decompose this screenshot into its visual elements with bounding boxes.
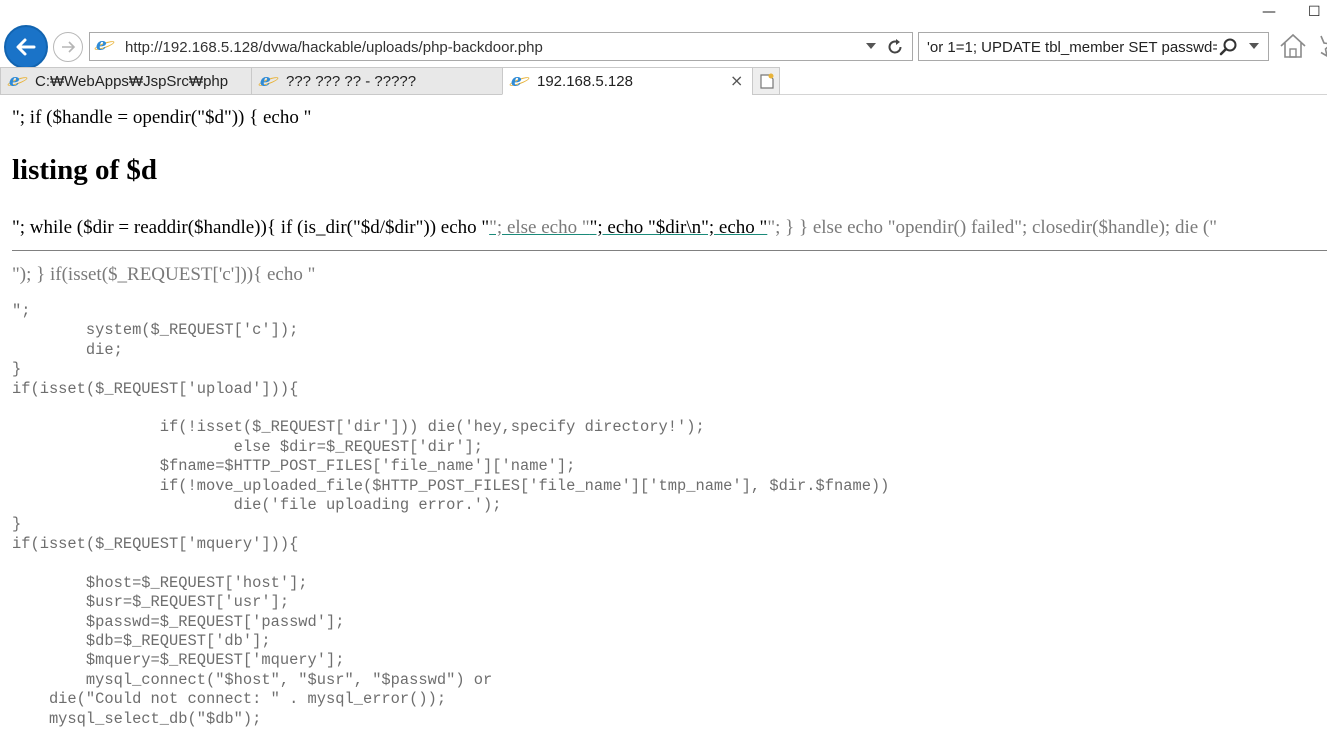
tab-label: ??? ??? ?? - ????? — [286, 73, 417, 90]
star-icon[interactable] — [1311, 33, 1327, 59]
back-button[interactable] — [4, 25, 48, 69]
forward-button[interactable] — [53, 32, 83, 62]
search-input[interactable]: 'or 1=1; UPDATE tbl_member SET passwd= — [927, 39, 1217, 56]
browser-chrome: — ☐ e http://192.168.5.128/dvwa/hackable… — [0, 0, 1327, 95]
url-text[interactable]: http://192.168.5.128/dvwa/hackable/uploa… — [125, 39, 543, 56]
ie-favicon-icon: e — [93, 35, 116, 55]
back-arrow-icon — [16, 38, 36, 56]
text-segment: "; } } else echo "opendir() failed"; clo… — [767, 217, 1217, 238]
text-line: "); } if(isset($_REQUEST['c'])){ echo " — [12, 264, 316, 285]
divider — [12, 250, 1327, 251]
text-line: "; if ($handle = opendir("$d")) { echo " — [12, 107, 312, 128]
minimize-button[interactable]: — — [1262, 4, 1276, 20]
new-tab-icon — [760, 73, 774, 89]
text-line: "; while ($dir = readdir($handle)){ if (… — [12, 217, 1217, 239]
close-tab-icon[interactable]: × — [730, 71, 743, 90]
tab-label: 192.168.5.128 — [537, 73, 633, 90]
chevron-down-icon[interactable] — [1249, 43, 1259, 49]
tab-label: C:₩WebApps₩JspSrc₩php — [35, 73, 229, 90]
tab-untitled[interactable]: e ??? ??? ?? - ????? — [251, 67, 503, 95]
ie-favicon-icon: e — [6, 71, 29, 91]
search-icon[interactable] — [1219, 37, 1239, 57]
ie-favicon-icon: e — [508, 71, 531, 91]
page-heading: listing of $d — [12, 154, 158, 186]
page-content: "; if ($handle = opendir("$d")) { echo "… — [0, 95, 1327, 731]
chevron-down-icon[interactable] — [866, 43, 876, 49]
text-segment: "; while ($dir = readdir($handle)){ if (… — [12, 217, 490, 238]
address-bar[interactable]: e http://192.168.5.128/dvwa/hackable/upl… — [89, 32, 913, 61]
maximize-button[interactable]: ☐ — [1308, 4, 1321, 20]
link-text: "; else echo " — [489, 217, 590, 238]
refresh-icon[interactable] — [886, 38, 904, 56]
search-box[interactable]: 'or 1=1; UPDATE tbl_member SET passwd= — [918, 32, 1269, 61]
code-block: "; system($_REQUEST['c']); die; } if(iss… — [12, 302, 890, 728]
tab-webapps[interactable]: e C:₩WebApps₩JspSrc₩php — [0, 67, 252, 95]
home-icon[interactable] — [1279, 33, 1307, 59]
ie-favicon-icon: e — [257, 71, 280, 91]
tab-bar: e C:₩WebApps₩JspSrc₩php e ??? ??? ?? - ?… — [0, 67, 1327, 95]
forward-arrow-icon — [62, 41, 76, 53]
new-tab-button[interactable] — [752, 67, 780, 95]
link-text: "; echo "$dir\n"; echo " — [589, 217, 768, 238]
directory-link[interactable]: "; else echo ""; echo "$dir\n"; echo " — [489, 217, 767, 238]
tab-active[interactable]: e 192.168.5.128 × — [502, 67, 753, 95]
